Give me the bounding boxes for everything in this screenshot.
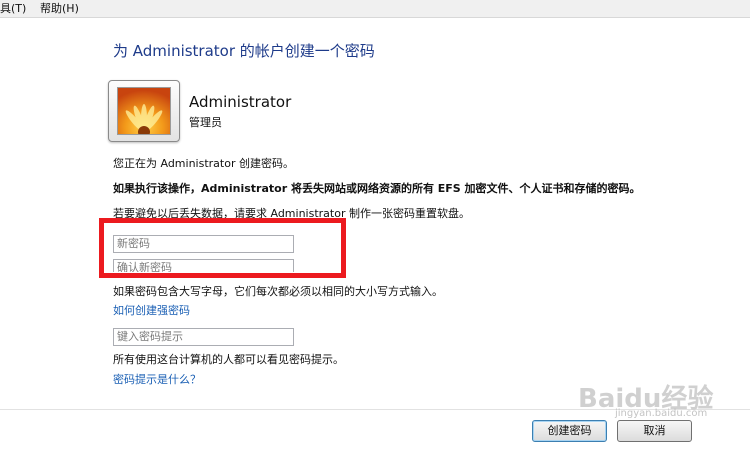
case-sensitivity-note: 如果密码包含大写字母，它们每次都必须以相同的大小写方式输入。	[113, 285, 443, 298]
strong-password-link[interactable]: 如何创建强密码	[113, 302, 190, 318]
page-title: 为 Administrator 的帐户创建一个密码	[113, 42, 375, 60]
hint-help-link[interactable]: 密码提示是什么？	[113, 371, 201, 387]
menu-bar: 具(T) 帮助(H)	[0, 0, 750, 18]
user-role: 管理员	[189, 116, 222, 129]
create-password-button[interactable]: 创建密码	[532, 420, 607, 442]
hint-visibility-note: 所有使用这台计算机的人都可以看见密码提示。	[113, 353, 344, 366]
info-text: 您正在为 Administrator 创建密码。	[113, 157, 294, 170]
user-name: Administrator	[189, 93, 292, 111]
watermark-url: jingyan.baidu.com	[615, 408, 708, 419]
flower-icon	[117, 87, 171, 135]
warning-text: 如果执行该操作，Administrator 将丢失网站或网络资源的所有 EFS …	[113, 182, 641, 195]
password-hint-input[interactable]: 键入密码提示	[113, 328, 294, 346]
user-avatar	[108, 80, 180, 142]
menu-help[interactable]: 帮助(H)	[38, 0, 81, 17]
highlight-box	[99, 218, 346, 278]
cancel-button[interactable]: 取消	[617, 420, 692, 442]
menu-tools[interactable]: 具(T)	[0, 0, 28, 17]
